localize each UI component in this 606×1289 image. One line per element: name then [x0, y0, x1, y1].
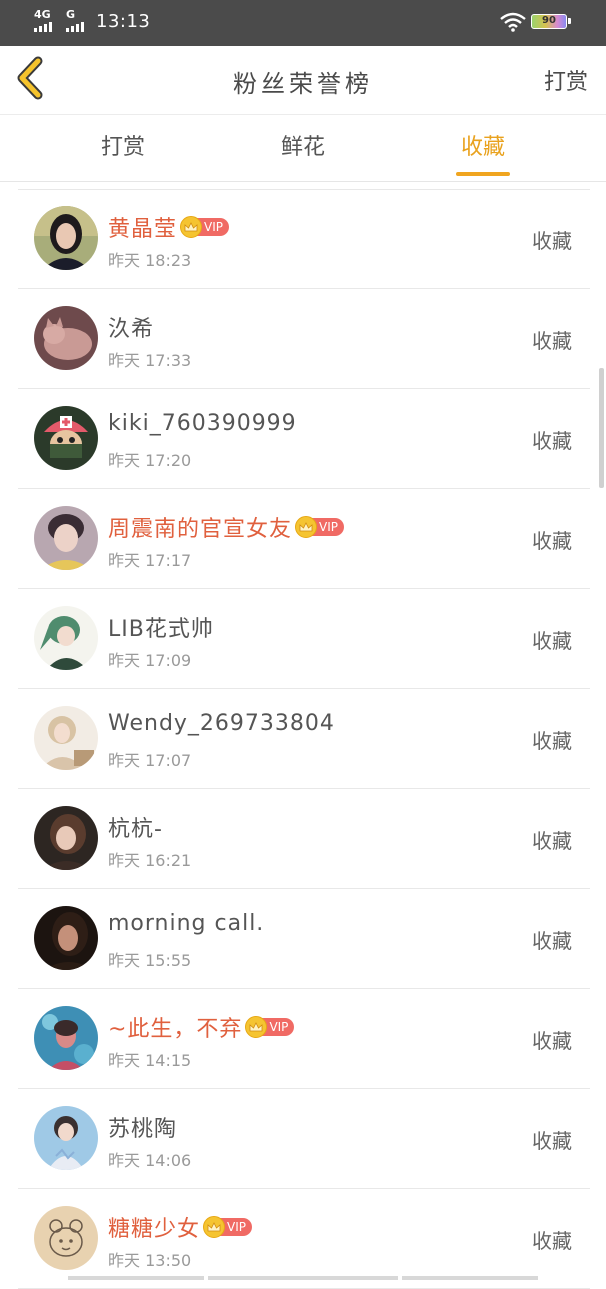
user-name-row: Wendy_269733804: [108, 711, 335, 736]
timestamp: 昨天 18:23: [108, 251, 192, 270]
wifi-icon: [500, 12, 526, 36]
scrollbar[interactable]: [599, 368, 604, 488]
avatar[interactable]: [34, 206, 98, 270]
signal-icon-1: 4G: [34, 8, 52, 32]
user-name: LIB花式帅: [108, 617, 214, 642]
timestamp: 昨天 17:09: [108, 651, 192, 670]
user-name: 杭杭-: [108, 817, 163, 842]
user-name: 汣希: [108, 317, 155, 342]
list-item[interactable]: kiki_760390999 昨天 17:20 收藏: [18, 389, 590, 489]
tab-flowers[interactable]: 鲜花: [258, 129, 348, 161]
avatar[interactable]: [34, 1006, 98, 1070]
user-name-row: 苏桃陶: [108, 1111, 177, 1143]
user-name-row: 黄晶莹 VIP: [108, 211, 229, 243]
reward-button[interactable]: 打赏: [544, 64, 588, 96]
tab-favorites[interactable]: 收藏: [438, 129, 528, 161]
user-name: 苏桃陶: [108, 1117, 178, 1142]
vip-badge: VIP: [245, 1016, 295, 1038]
network-type-2: G: [66, 8, 76, 21]
user-name: 周震南的官宣女友: [108, 517, 293, 542]
user-name-row: ~此生，不弃 VIP: [108, 1011, 295, 1043]
user-name: morning call.: [108, 911, 265, 936]
app-header: 粉丝荣誉榜 打赏: [0, 46, 606, 115]
timestamp: 昨天 15:55: [108, 951, 192, 970]
battery-icon: 90: [531, 14, 571, 29]
vip-badge: VIP: [203, 1216, 252, 1238]
vip-badge: VIP: [295, 516, 344, 538]
user-name-row: 周震南的官宣女友 VIP: [108, 511, 344, 543]
user-name-row: 汣希: [108, 311, 154, 343]
avatar[interactable]: [34, 406, 98, 470]
user-name: 糖糖少女: [108, 1217, 201, 1242]
list-item[interactable]: LIB花式帅 昨天 17:09 收藏: [18, 589, 590, 689]
crown-icon: [295, 516, 318, 538]
network-type-1: 4G: [34, 8, 51, 21]
action-label: 收藏: [532, 329, 572, 353]
active-tab-indicator: [456, 172, 510, 176]
avatar[interactable]: [34, 706, 98, 770]
avatar[interactable]: [34, 606, 98, 670]
list-item[interactable]: 周震南的官宣女友 VIP 昨天 17:17 收藏: [18, 489, 590, 589]
timestamp: 昨天 17:17: [108, 551, 192, 570]
avatar[interactable]: [34, 306, 98, 370]
timestamp: 昨天 17:07: [108, 751, 192, 770]
list-item[interactable]: 黄晶莹 VIP 昨天 18:23 收藏: [18, 189, 590, 289]
user-name-row: morning call.: [108, 911, 264, 936]
action-label: 收藏: [532, 429, 572, 453]
action-label: 收藏: [532, 829, 572, 853]
user-name: 黄晶莹: [108, 217, 178, 242]
bottom-indicator: [402, 1276, 538, 1280]
timestamp: 昨天 17:33: [108, 351, 192, 370]
signal-icon-2: G: [66, 8, 84, 32]
tab-reward[interactable]: 打赏: [78, 129, 168, 161]
avatar[interactable]: [34, 1206, 98, 1270]
action-label: 收藏: [532, 1229, 572, 1253]
user-name-row: kiki_760390999: [108, 411, 297, 436]
vip-badge: VIP: [180, 216, 229, 238]
timestamp: 昨天 13:50: [108, 1251, 192, 1270]
list-item[interactable]: ~此生，不弃 VIP 昨天 14:15 收藏: [18, 989, 590, 1089]
crown-icon: [203, 1216, 226, 1238]
timestamp: 昨天 16:21: [108, 851, 192, 870]
bottom-indicator: [208, 1276, 398, 1280]
list-item[interactable]: 苏桃陶 昨天 14:06 收藏: [18, 1089, 590, 1189]
user-name: ~此生，不弃: [108, 1017, 243, 1042]
action-label: 收藏: [532, 1029, 572, 1053]
user-name: kiki_760390999: [108, 411, 297, 436]
list-item[interactable]: 糖糖少女 VIP 昨天 13:50 收藏: [18, 1189, 590, 1289]
list-item[interactable]: Wendy_269733804 昨天 17:07 收藏: [18, 689, 590, 789]
action-label: 收藏: [532, 229, 572, 253]
timestamp: 昨天 14:06: [108, 1151, 192, 1170]
action-label: 收藏: [532, 1129, 572, 1153]
avatar[interactable]: [34, 506, 98, 570]
user-name-row: 杭杭-: [108, 811, 163, 843]
list-item[interactable]: morning call. 昨天 15:55 收藏: [18, 889, 590, 989]
action-label: 收藏: [532, 529, 572, 553]
user-name: Wendy_269733804: [108, 711, 335, 736]
list-item[interactable]: 杭杭- 昨天 16:21 收藏: [18, 789, 590, 889]
tab-bar: 打赏 鲜花 收藏: [0, 115, 606, 182]
page-title: 粉丝荣誉榜: [233, 70, 373, 98]
avatar[interactable]: [34, 906, 98, 970]
timestamp: 昨天 14:15: [108, 1051, 192, 1070]
fan-list: 黄晶莹 VIP 昨天 18:23 收藏 汣希 昨天 17:33 收藏 kiki_…: [0, 189, 606, 1289]
avatar[interactable]: [34, 806, 98, 870]
status-time: 13:13: [96, 11, 151, 32]
list-item[interactable]: 汣希 昨天 17:33 收藏: [18, 289, 590, 389]
user-name-row: LIB花式帅: [108, 611, 214, 643]
crown-icon: [180, 216, 203, 238]
action-label: 收藏: [532, 929, 572, 953]
avatar[interactable]: [34, 1106, 98, 1170]
action-label: 收藏: [532, 729, 572, 753]
bottom-indicator: [68, 1276, 204, 1280]
action-label: 收藏: [532, 629, 572, 653]
timestamp: 昨天 17:20: [108, 451, 192, 470]
status-bar: 4G G 13:13 90: [0, 0, 606, 46]
user-name-row: 糖糖少女 VIP: [108, 1211, 252, 1243]
